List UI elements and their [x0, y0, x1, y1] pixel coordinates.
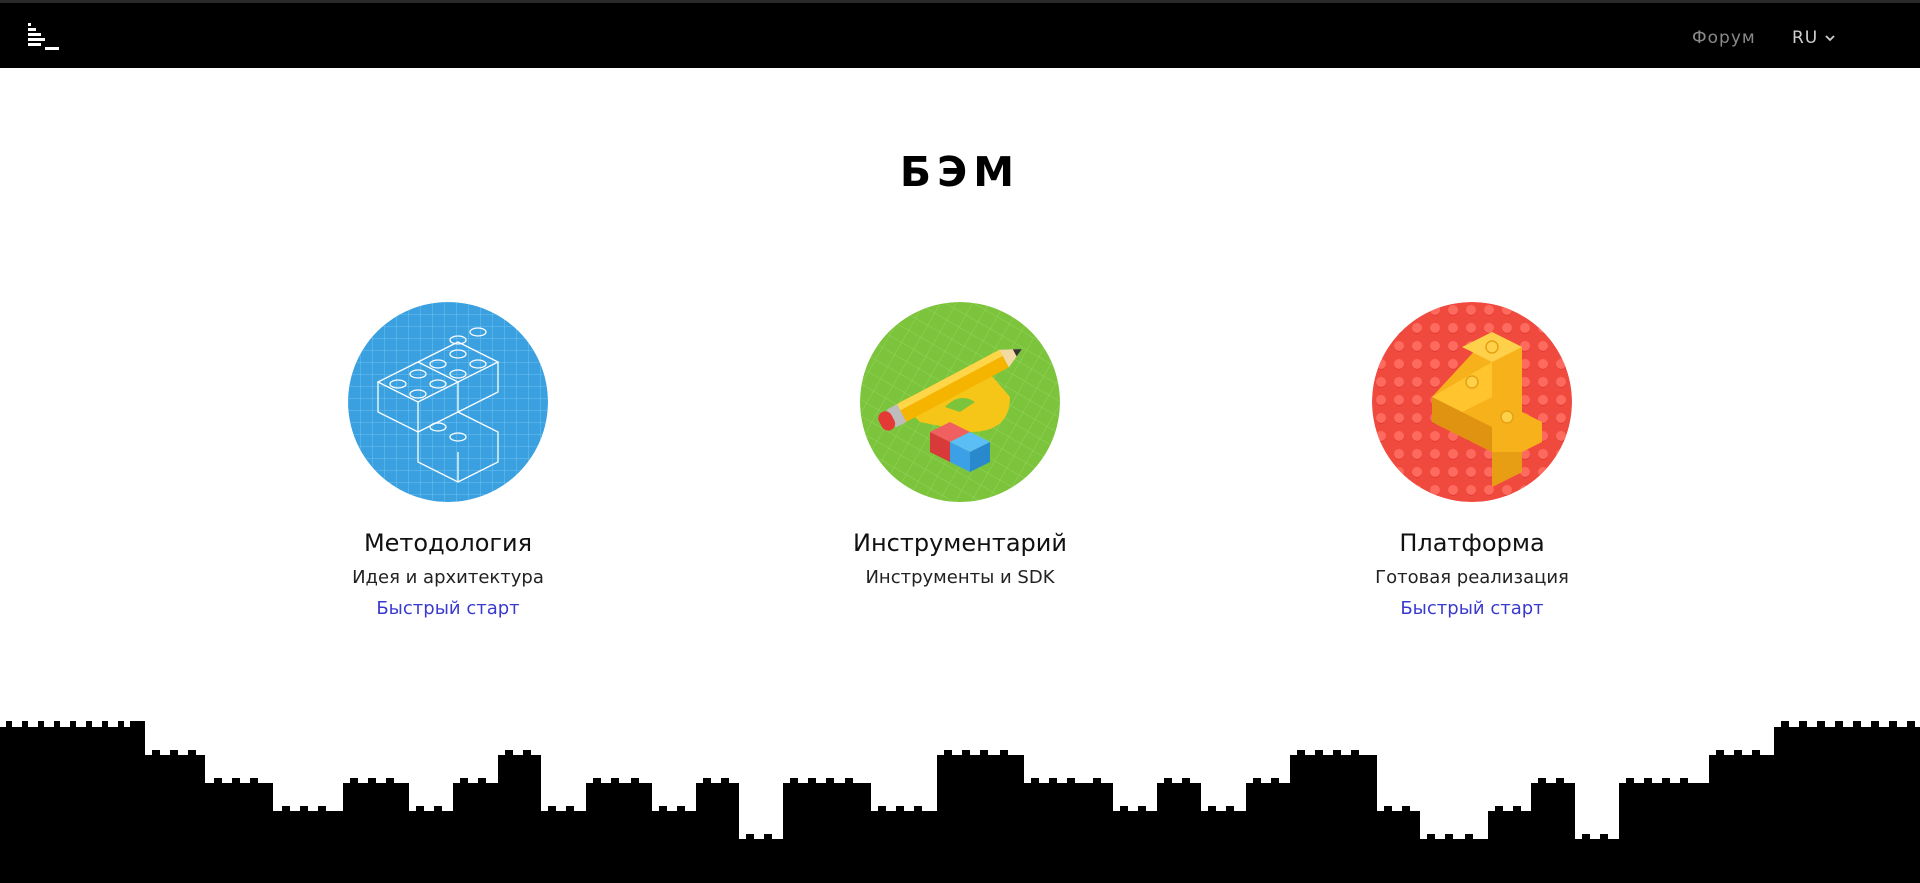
pencil-ruler-icon[interactable] — [860, 302, 1060, 502]
card-tools: Инструментарий Инструменты и SDK — [740, 302, 1180, 589]
lego-bricks-icon[interactable] — [1372, 302, 1572, 502]
card-subtitle: Готовая реализация — [1375, 567, 1569, 588]
quick-start-link[interactable]: Быстрый старт — [376, 598, 519, 620]
language-label: RU — [1792, 28, 1819, 48]
chevron-down-icon — [1825, 35, 1835, 42]
language-selector[interactable]: RU — [1792, 28, 1836, 48]
nav-forum-link[interactable]: Форум — [1692, 28, 1756, 48]
card-methodology: Методология Идея и архитектура Быстрый с… — [228, 302, 668, 620]
card-platform: Платформа Готовая реализация Быстрый ста… — [1252, 302, 1692, 620]
card-title: Платформа — [1399, 529, 1545, 557]
quick-start-link[interactable]: Быстрый старт — [1400, 598, 1543, 620]
card-title: Методология — [363, 529, 533, 557]
bem-logo-icon[interactable] — [28, 23, 62, 51]
top-navbar: Форум RU — [0, 0, 1920, 68]
card-subtitle: Инструменты и SDK — [865, 567, 1055, 588]
card-title: Инструментарий — [853, 529, 1067, 557]
page-title: БЭМ — [899, 148, 1021, 196]
lego-blueprint-icon[interactable] — [348, 302, 548, 502]
footer-skyline — [0, 721, 1920, 883]
card-subtitle: Идея и архитектура — [352, 567, 544, 588]
